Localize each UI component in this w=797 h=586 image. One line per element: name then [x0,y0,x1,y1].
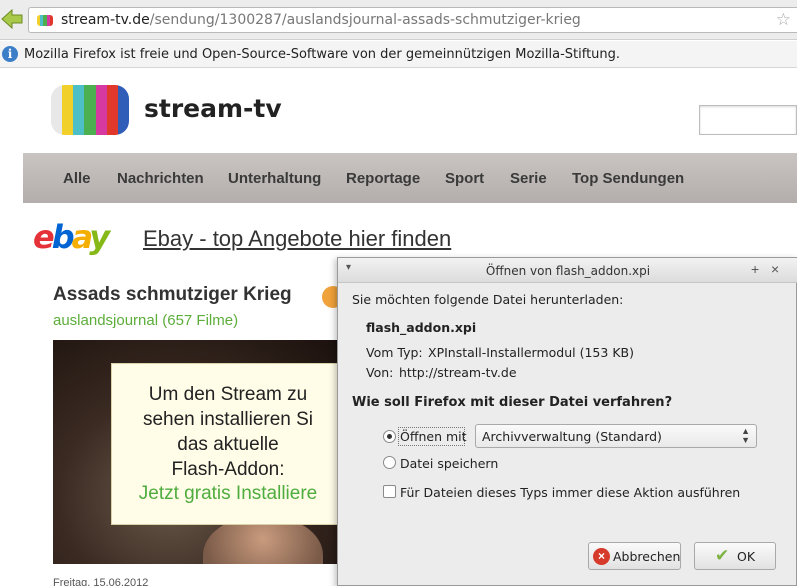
logo-stripe [84,85,96,135]
overlay-line: sehen installieren Si [142,409,314,430]
cancel-icon: × [593,548,610,565]
file-name: flash_addon.xpi [366,320,477,335]
url-text: stream-tv.de/sendung/1300287/auslandsjou… [61,12,581,28]
overlay-line: Flash-Addon: [171,459,285,480]
always-do-label[interactable]: Für Dateien dieses Typs immer diese Akti… [400,485,740,500]
close-icon[interactable]: × [771,261,779,277]
logo-stripe [73,85,85,135]
file-type-value: XPInstall-Installermodul (153 KB) [428,345,634,360]
install-overlay: Um den Stream zu sehen installieren Si d… [111,363,343,525]
url-host: stream-tv.de [61,12,150,28]
article-date: Freitag, 15.06.2012 [53,577,149,586]
cancel-button-label: Abbrechen [613,549,681,564]
install-link[interactable]: Jetzt gratis Installiere [112,483,344,505]
dialog-titlebar[interactable]: ▾ Öffnen von flash_addon.xpi + × [338,258,797,283]
ok-button-label: OK [737,549,756,564]
browser-window: stream-tv.de/sendung/1300287/auslandsjou… [0,0,797,586]
checkmark-icon: ✔ [715,546,730,565]
logo-stripe [62,85,74,135]
info-icon: i [2,46,18,62]
pin-icon[interactable]: + [751,261,759,277]
logo-stripe [95,85,107,135]
file-source-label: Von: [366,365,394,380]
always-do-checkbox[interactable] [383,485,396,498]
notification-text: Mozilla Firefox ist freie und Open-Sourc… [24,47,621,62]
site-favicon-icon [37,15,53,26]
site-title[interactable]: stream-tv [144,94,282,123]
notification-bar: i Mozilla Firefox ist freie und Open-Sou… [0,41,797,68]
site-logo-icon[interactable] [51,85,129,135]
dialog-title: Öffnen von flash_addon.xpi [485,264,651,278]
application-select[interactable]: Archivverwaltung (Standard) ▲ ▼ [475,424,757,448]
overlay-line: das aktuelle [177,434,279,455]
nav-item-top-sendungen[interactable]: Top Sendungen [572,170,684,187]
back-arrow-icon [1,8,23,30]
nav-item-alle[interactable]: Alle [63,170,91,187]
action-question: Wie soll Firefox mit dieser Datei verfah… [352,395,673,410]
ok-button[interactable]: ✔ OK [694,542,776,570]
search-input[interactable] [699,105,797,135]
open-with-radio[interactable] [383,430,396,443]
article-title: Assads schmutziger Krieg [53,284,292,305]
ebay-logo-letter: e [33,218,55,256]
url-toolbar: stream-tv.de/sendung/1300287/auslandsjou… [0,0,797,40]
bookmark-star-icon[interactable]: ☆ [776,10,791,30]
nav-item-serie[interactable]: Serie [510,170,547,187]
ebay-ad-link[interactable]: Ebay - top Angebote hier finden [143,226,451,252]
overlay-line: Um den Stream zu [148,384,308,405]
logo-stripe [106,85,118,135]
select-arrows-icon: ▲ ▼ [741,426,750,445]
application-select-value: Archivverwaltung (Standard) [482,429,662,444]
back-button[interactable] [0,6,24,32]
url-path: /sendung/1300287/auslandsjournal-assads-… [149,12,581,28]
logo-stripe [117,85,129,135]
main-navigation: Alle Nachrichten Unterhaltung Reportage … [23,153,797,203]
file-source-value: http://stream-tv.de [399,365,517,380]
nav-item-reportage[interactable]: Reportage [346,170,420,187]
nav-item-unterhaltung[interactable]: Unterhaltung [228,170,321,187]
ebay-logo-letter: a [71,218,93,256]
channel-link[interactable]: auslandsjournal (657 Filme) [53,312,238,329]
nav-item-sport[interactable]: Sport [445,170,484,187]
save-file-radio[interactable] [383,456,396,469]
file-type-label: Vom Typ: [366,345,423,360]
download-prompt: Sie möchten folgende Datei herunterladen… [352,292,624,307]
ebay-logo-letter: y [89,218,110,256]
cancel-button[interactable]: × Abbrechen [588,542,681,570]
logo-stripe [51,85,63,135]
url-field[interactable]: stream-tv.de/sendung/1300287/auslandsjou… [28,7,797,33]
open-with-label[interactable]: Öffnen mit [400,429,467,444]
ebay-logo-letter: b [51,218,75,256]
ebay-logo-icon[interactable]: ebay [33,217,113,257]
save-file-label[interactable]: Datei speichern [400,456,498,471]
nav-item-nachrichten[interactable]: Nachrichten [117,170,204,187]
